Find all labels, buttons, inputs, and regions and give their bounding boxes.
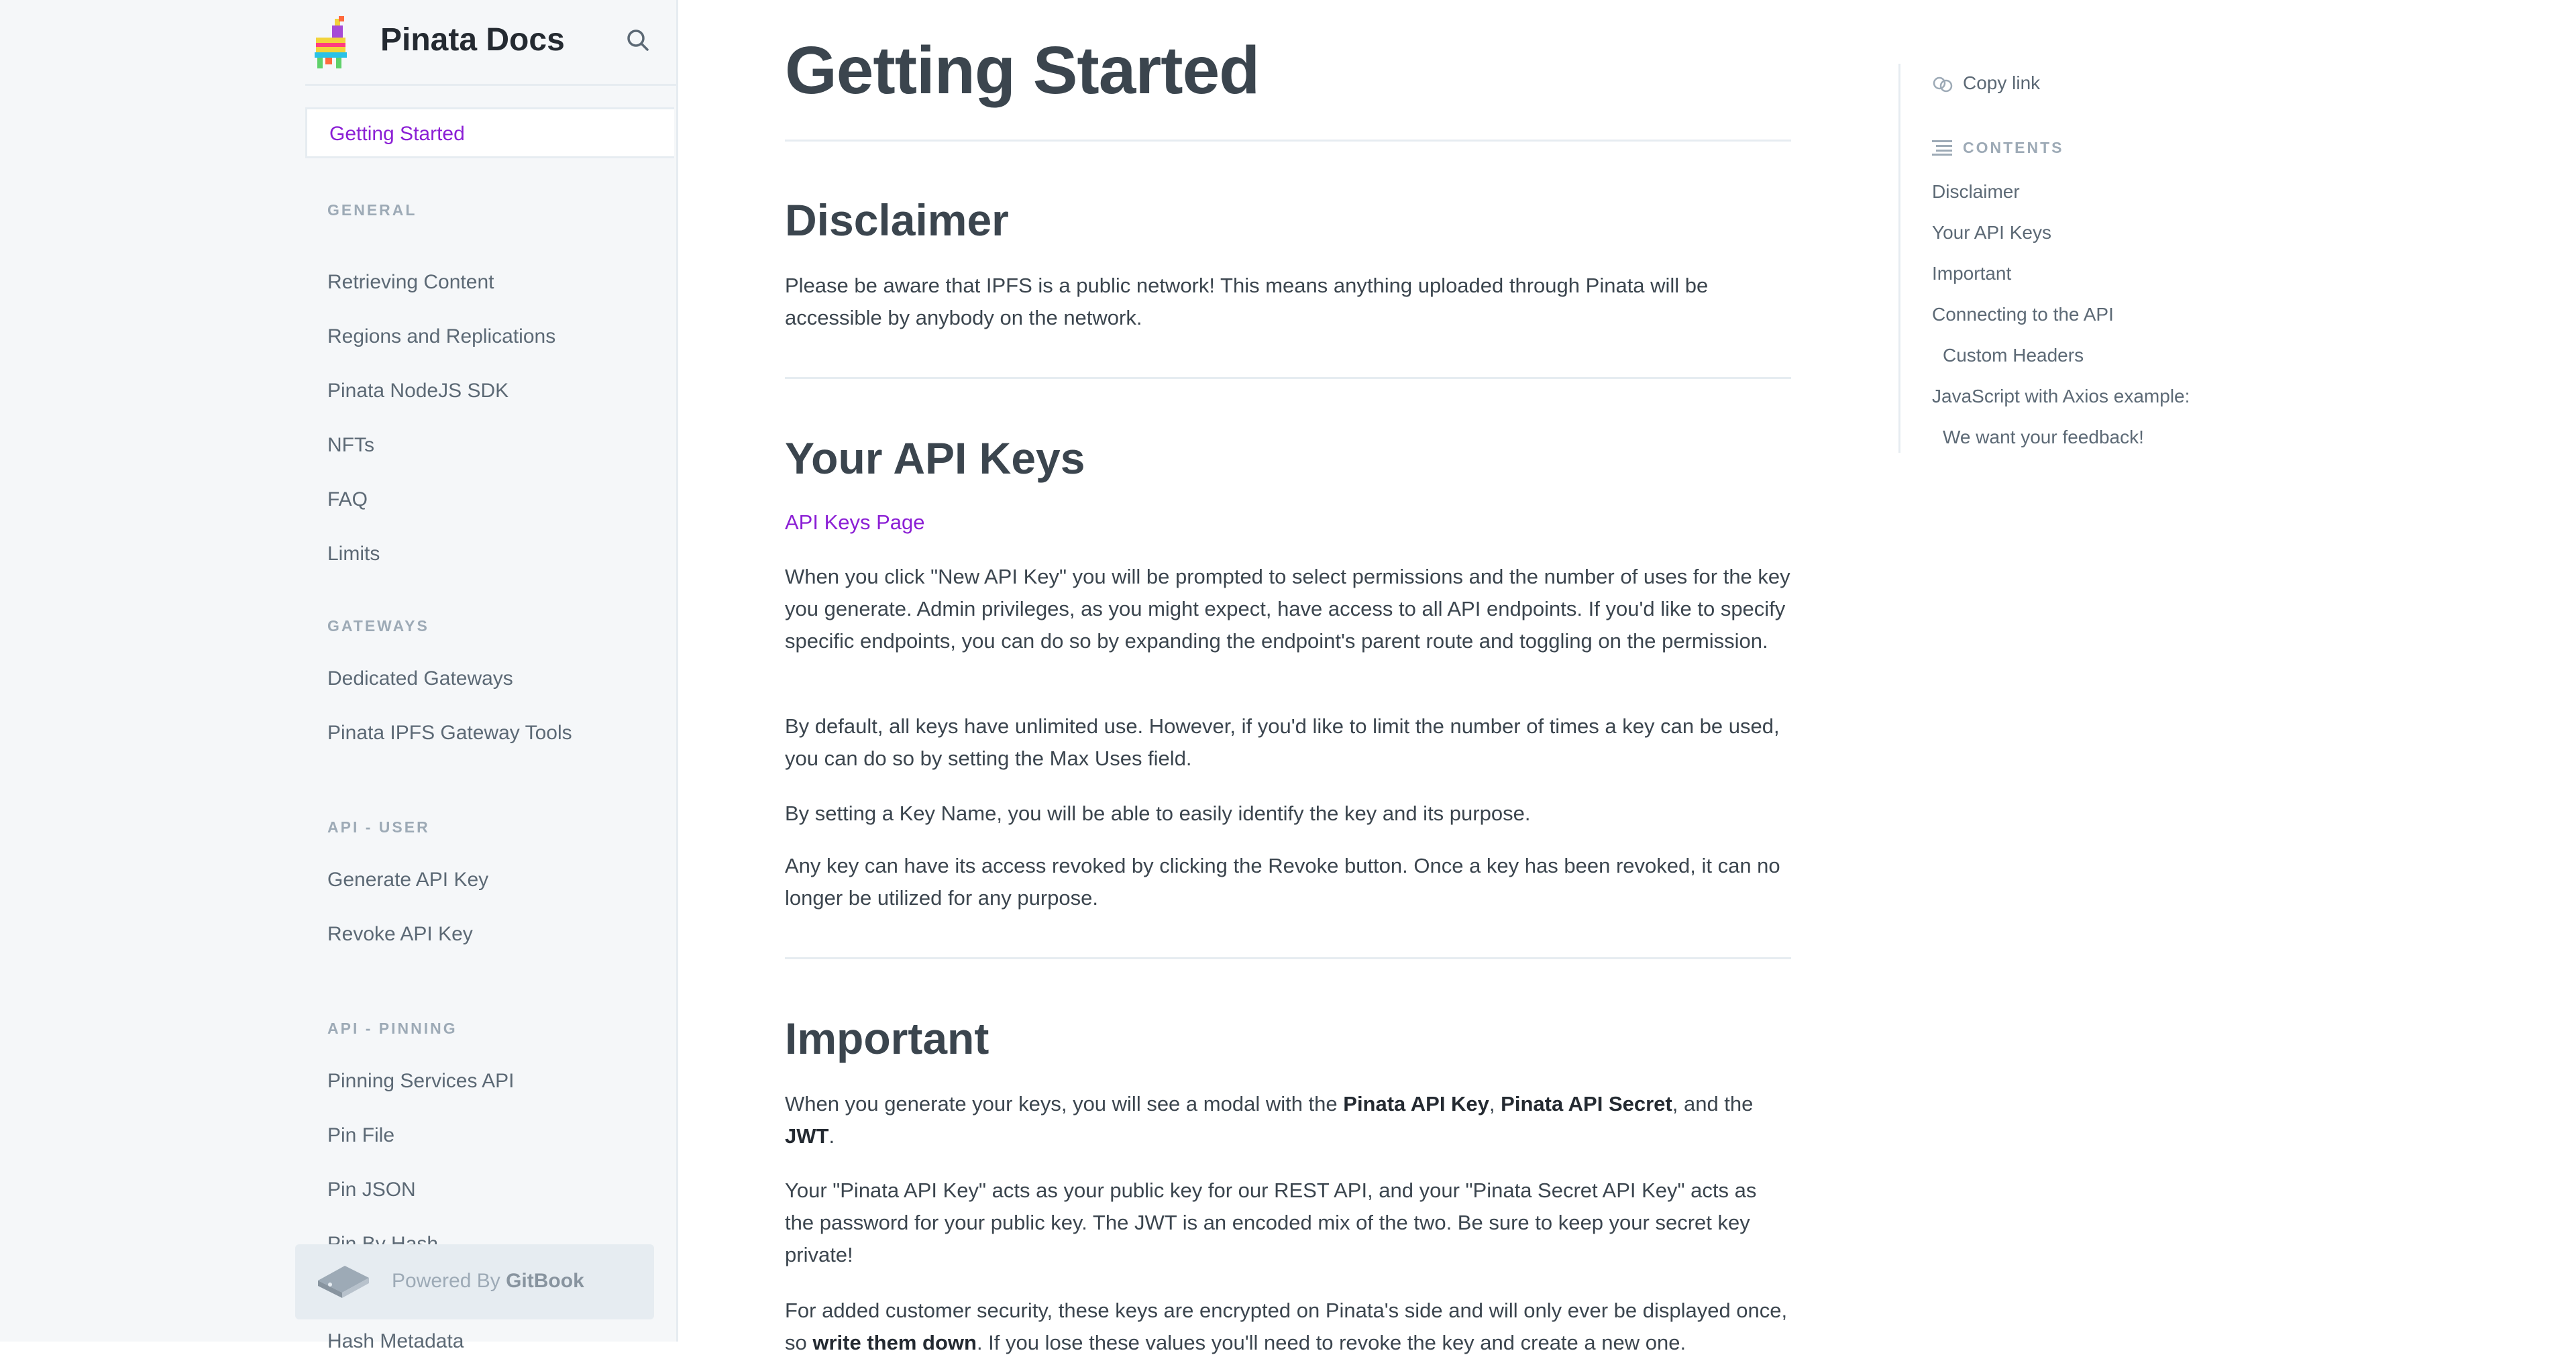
toc-item-important[interactable]: Important — [1932, 263, 2011, 284]
heading-disclaimer: Disclaimer — [785, 195, 1009, 245]
sidebar-item-hash-metadata[interactable]: Hash Metadata — [327, 1330, 464, 1353]
sidebar-item-nfts[interactable]: NFTs — [327, 434, 374, 457]
sidebar-section-api-user: API - USER — [327, 818, 430, 836]
sidebar-section-gateways: GATEWAYS — [327, 617, 429, 635]
powered-by-label: Powered By GitBook — [392, 1270, 584, 1292]
api-keys-paragraph: By default, all keys have unlimited use.… — [785, 714, 1780, 770]
toc-item-we-want-your-feedback[interactable]: We want your feedback! — [1943, 427, 2144, 448]
powered-by-gitbook[interactable]: Powered By GitBook — [295, 1244, 654, 1319]
sidebar-section-general: GENERAL — [327, 201, 417, 219]
sidebar-item-retrieving-content[interactable]: Retrieving Content — [327, 271, 494, 294]
api-keys-paragraph: By setting a Key Name, you will be able … — [785, 802, 1531, 825]
divider — [785, 140, 1791, 142]
sidebar-item-faq[interactable]: FAQ — [327, 488, 368, 511]
api-keys-paragraph: Any key can have its access revoked by c… — [785, 854, 1780, 910]
divider — [785, 377, 1791, 379]
toc-item-your-api-keys[interactable]: Your API Keys — [1932, 222, 2051, 243]
sidebar-item-pin-json[interactable]: Pin JSON — [327, 1179, 416, 1201]
important-paragraph: When you generate your keys, you will se… — [785, 1092, 1754, 1148]
pinata-logo-icon[interactable] — [312, 16, 352, 68]
contents-icon — [1932, 140, 1952, 156]
divider — [785, 957, 1791, 959]
disclaimer-text: Please be aware that IPFS is a public ne… — [785, 274, 1709, 329]
copy-link-label: Copy link — [1963, 72, 2041, 93]
page-title: Getting Started — [785, 33, 1260, 108]
api-keys-page-link[interactable]: API Keys Page — [785, 510, 925, 535]
toc-border — [1898, 64, 1900, 453]
sidebar-item-label: Getting Started — [329, 123, 465, 145]
sidebar-item-regions-and-replications[interactable]: Regions and Replications — [327, 325, 555, 348]
sidebar-item-getting-started[interactable]: Getting Started — [305, 107, 674, 158]
sidebar-section-api-pinning: API - PINNING — [327, 1020, 458, 1037]
sidebar-item-pinning-services-api[interactable]: Pinning Services API — [327, 1070, 514, 1093]
toc-item-disclaimer[interactable]: Disclaimer — [1932, 181, 2020, 203]
heading-important: Important — [785, 1014, 989, 1063]
brand-title[interactable]: Pinata Docs — [380, 21, 565, 58]
sidebar-item-generate-api-key[interactable]: Generate API Key — [327, 869, 488, 891]
copy-link-icon — [1933, 76, 1953, 93]
important-paragraph: For added customer security, these keys … — [785, 1299, 1788, 1354]
important-paragraph: Your "Pinata API Key" acts as your publi… — [785, 1179, 1757, 1266]
sidebar-item-pin-file[interactable]: Pin File — [327, 1124, 394, 1147]
sidebar-item-limits[interactable]: Limits — [327, 543, 380, 565]
toc-item-custom-headers[interactable]: Custom Headers — [1943, 345, 2084, 366]
toc-heading-label: CONTENTS — [1963, 139, 2064, 156]
search-icon[interactable] — [625, 27, 651, 54]
sidebar-item-dedicated-gateways[interactable]: Dedicated Gateways — [327, 667, 513, 690]
sidebar-item-pinata-ipfs-gateway-tools[interactable]: Pinata IPFS Gateway Tools — [327, 722, 572, 745]
heading-your-api-keys: Your API Keys — [785, 433, 1085, 483]
api-keys-paragraph: When you click "New API Key" you will be… — [785, 565, 1790, 653]
sidebar-item-pinata-nodejs-sdk[interactable]: Pinata NodeJS SDK — [327, 380, 508, 402]
gitbook-icon — [315, 1260, 372, 1302]
toc-item-javascript-with-axios[interactable]: JavaScript with Axios example: — [1932, 386, 2190, 407]
toc-item-connecting-to-the-api[interactable]: Connecting to the API — [1932, 304, 2114, 325]
sidebar-item-revoke-api-key[interactable]: Revoke API Key — [327, 923, 473, 946]
sidebar-header: Pinata Docs — [305, 0, 676, 86]
